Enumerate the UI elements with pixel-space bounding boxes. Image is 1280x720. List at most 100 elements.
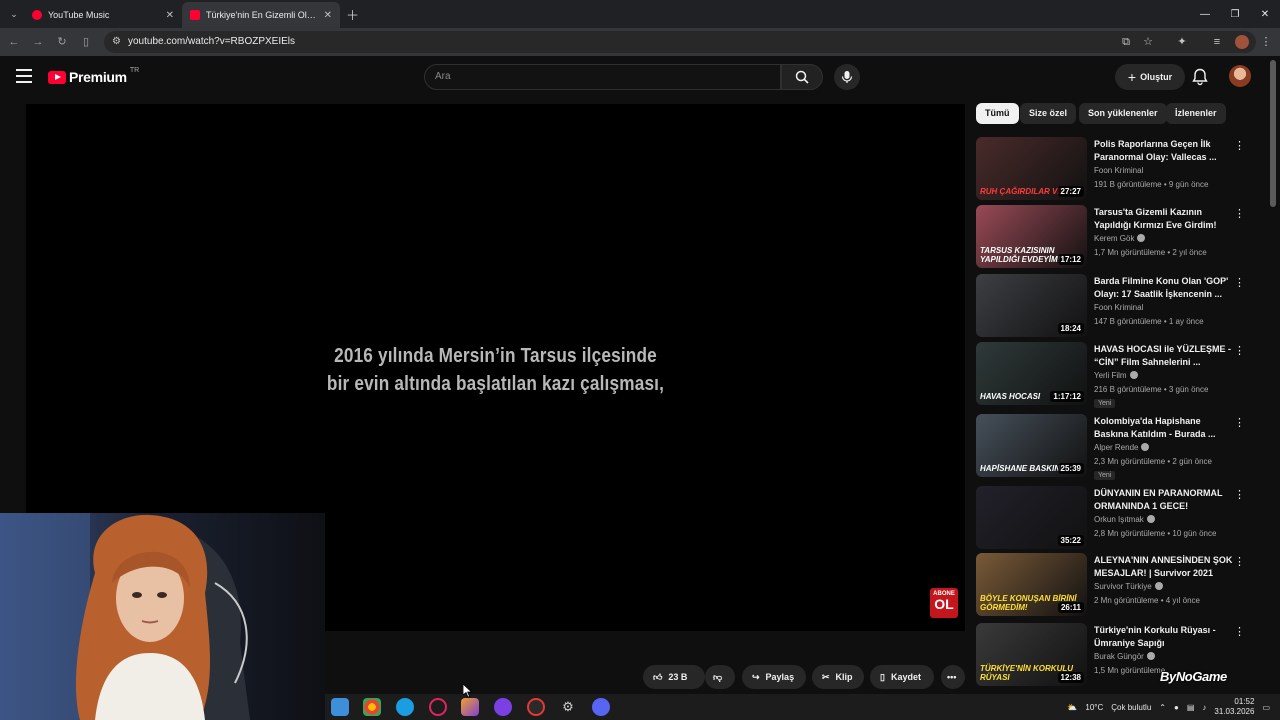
voice-search-button[interactable]	[834, 64, 860, 90]
chip-for-you[interactable]: Size özel	[1020, 103, 1077, 124]
address-bar[interactable]: ⚙ youtube.com/watch?v=RBOZPXEIEls	[104, 31, 1256, 53]
network-icon[interactable]: ▤	[1187, 703, 1195, 712]
browser-menu-icon[interactable]: ⋮	[1259, 35, 1273, 49]
scrollbar-thumb[interactable]	[1270, 60, 1276, 207]
clip-button[interactable]: ✂ Klip	[812, 665, 864, 689]
video-thumbnail[interactable]: BÖYLE KONUŞAN BİRİNİ GÖRMEDİM! 26:11	[976, 553, 1087, 616]
clip-label: Klip	[835, 672, 853, 682]
side-panel-icon[interactable]: ▯	[78, 34, 94, 50]
maximize-icon[interactable]: ❐	[1220, 0, 1250, 28]
like-button[interactable]: 👍︎ 23 B	[643, 665, 705, 689]
channel-name[interactable]: Orkun Işıtmak	[1094, 515, 1155, 524]
create-button[interactable]: + Oluştur	[1115, 64, 1185, 90]
tab-youtube-music[interactable]: YouTube Music ✕	[24, 2, 182, 28]
video-thumbnail[interactable]: RUH ÇAĞIRDILAR VE... 27:27	[976, 137, 1087, 200]
site-info-icon[interactable]: ⚙	[112, 31, 121, 53]
channel-name[interactable]: Kerem Gök	[1094, 234, 1146, 243]
tab-search-icon[interactable]: ⌄	[4, 4, 24, 24]
profile-avatar-icon[interactable]	[1235, 35, 1249, 49]
video-title[interactable]: Tarsus'ta Gizemli Kazının Yapıldığı Kırm…	[1094, 206, 1234, 232]
channel-name[interactable]: Yerli Film	[1094, 371, 1138, 380]
video-thumbnail[interactable]: HAPİSHANE BASKINI 25:39	[976, 414, 1087, 477]
video-meta: 2,3 Mn görüntüleme • 2 gün önce	[1094, 457, 1212, 466]
chip-recent-uploads[interactable]: Son yüklenenler	[1079, 103, 1167, 124]
recommendation-card[interactable]: HAPİSHANE BASKINI 25:39 Kolombiya'da Hapis…	[976, 414, 1266, 480]
channel-name[interactable]: Foon Kriminal	[1094, 166, 1143, 175]
hamburger-menu-icon[interactable]	[16, 69, 32, 83]
recommendation-card[interactable]: BÖYLE KONUŞAN BİRİNİ GÖRMEDİM! 26:11 ALEYN…	[976, 553, 1266, 617]
tab-list-icon[interactable]: ≡	[1210, 35, 1224, 49]
subscribe-watermark[interactable]: ABONE OL	[930, 588, 958, 618]
notification-center-icon[interactable]: ▭	[1262, 703, 1270, 712]
recommendation-card[interactable]: RUH ÇAĞIRDILAR VE... 27:27 Polis Raporları…	[976, 137, 1266, 201]
video-title[interactable]: Barda Filmine Konu Olan 'GOP' Olayı: 17 …	[1094, 275, 1234, 301]
copilot-icon[interactable]	[461, 698, 479, 716]
search-input[interactable]: Ara	[424, 64, 781, 90]
volume-icon[interactable]: ♪	[1202, 703, 1206, 712]
more-vertical-icon[interactable]: ⋮	[1234, 276, 1245, 289]
tray-chevron-icon[interactable]: ⌃	[1159, 703, 1166, 712]
close-tab-icon[interactable]: ✕	[324, 10, 332, 21]
file-explorer-icon[interactable]	[331, 698, 349, 716]
video-title[interactable]: Türkiye'nin Korkulu Rüyası - Ümraniye Sa…	[1094, 624, 1234, 650]
video-title[interactable]: ALEYNA'NIN ANNESİNDEN ŞOK MESAJLAR! | Su…	[1094, 554, 1234, 580]
video-title[interactable]: Polis Raporlarına Geçen İlk Paranormal O…	[1094, 138, 1234, 164]
system-clock[interactable]: 01:52 31.03.2026	[1214, 697, 1254, 717]
more-vertical-icon[interactable]: ⋮	[1234, 555, 1245, 568]
url-text: youtube.com/watch?v=RBOZPXEIEls	[128, 36, 296, 47]
reload-icon[interactable]: ↻	[54, 34, 70, 50]
more-vertical-icon[interactable]: ⋮	[1234, 625, 1245, 638]
settings-gear-icon[interactable]: ⚙	[559, 698, 577, 716]
save-button[interactable]: ▯ Kaydet	[870, 665, 934, 689]
youtube-premium-logo[interactable]: Premium TR	[48, 66, 140, 85]
account-avatar[interactable]	[1229, 65, 1251, 87]
edge-icon[interactable]	[396, 698, 414, 716]
channel-name[interactable]: Foon Kriminal	[1094, 303, 1143, 312]
forward-icon[interactable]: →	[30, 34, 46, 50]
extensions-icon[interactable]: ✦	[1175, 35, 1189, 49]
share-button[interactable]: ↪ Paylaş	[742, 665, 806, 689]
close-tab-icon[interactable]: ✕	[166, 10, 174, 21]
channel-name[interactable]: Survivor Türkiye	[1094, 582, 1163, 591]
close-window-icon[interactable]: ✕	[1250, 0, 1280, 28]
more-vertical-icon[interactable]: ⋮	[1234, 488, 1245, 501]
tab-current-video[interactable]: Türkiye'nin En Gizemli Olayı: Tarsus ✕	[182, 2, 340, 28]
recommendation-card[interactable]: 18:24 Barda Filmine Konu Olan 'GOP' Olayı…	[976, 274, 1266, 338]
discord-icon[interactable]	[592, 698, 610, 716]
recommendation-card[interactable]: 35:22 DÜNYANIN EN PARANORMAL ORMANINDA 1 …	[976, 486, 1266, 550]
notifications-button[interactable]	[1192, 68, 1210, 86]
search-button[interactable]	[781, 64, 823, 90]
video-title[interactable]: HAVAS HOCASI ile YÜZLEŞME - “CİN” Film S…	[1094, 343, 1234, 369]
install-app-icon[interactable]: ⧉	[1119, 35, 1133, 49]
video-title[interactable]: Kolombiya'da Hapishane Baskına Katıldım …	[1094, 415, 1234, 441]
channel-name[interactable]: Burak Güngör	[1094, 652, 1155, 661]
more-vertical-icon[interactable]: ⋮	[1234, 344, 1245, 357]
video-thumbnail[interactable]: TÜRKİYE'NİN KORKULU RÜYASI 12:38	[976, 623, 1087, 686]
video-thumbnail[interactable]: TARSUS KAZISININ YAPILDIĞI EVDEYİM! 17:12	[976, 205, 1087, 268]
country-code: TR	[129, 66, 140, 74]
more-vertical-icon[interactable]: ⋮	[1234, 207, 1245, 220]
more-vertical-icon[interactable]: ⋮	[1234, 416, 1245, 429]
logo-word: Premium	[69, 69, 127, 85]
opera-icon[interactable]	[429, 698, 447, 716]
channel-name[interactable]: Alper Rende	[1094, 443, 1150, 452]
recommendation-card[interactable]: HAVAS HOCASI 1:17:12 HAVAS HOCASI ile YÜZL…	[976, 342, 1266, 408]
recommendation-card[interactable]: TARSUS KAZISININ YAPILDIĞI EVDEYİM! 17:12…	[976, 205, 1266, 269]
video-title[interactable]: DÜNYANIN EN PARANORMAL ORMANINDA 1 GECE!	[1094, 487, 1234, 513]
chip-watched[interactable]: İzlenenler	[1166, 103, 1226, 124]
bookmark-star-icon[interactable]: ☆	[1141, 35, 1155, 49]
obs-icon[interactable]	[527, 698, 545, 716]
video-thumbnail[interactable]: 35:22	[976, 486, 1087, 549]
dislike-button[interactable]: 👎︎	[705, 665, 735, 689]
video-thumbnail[interactable]: 18:24	[976, 274, 1087, 337]
more-vertical-icon[interactable]: ⋮	[1234, 139, 1245, 152]
mic-tray-icon[interactable]: ●	[1174, 703, 1179, 712]
minimize-icon[interactable]: —	[1190, 0, 1220, 28]
chip-all[interactable]: Tümü	[976, 103, 1019, 124]
app-purple-icon[interactable]	[494, 698, 512, 716]
more-actions-button[interactable]: •••	[941, 665, 965, 689]
video-thumbnail[interactable]: HAVAS HOCASI 1:17:12	[976, 342, 1087, 405]
back-icon[interactable]: ←	[6, 34, 22, 50]
chrome-icon[interactable]	[363, 698, 381, 716]
new-tab-icon[interactable]: ＋	[346, 5, 359, 24]
